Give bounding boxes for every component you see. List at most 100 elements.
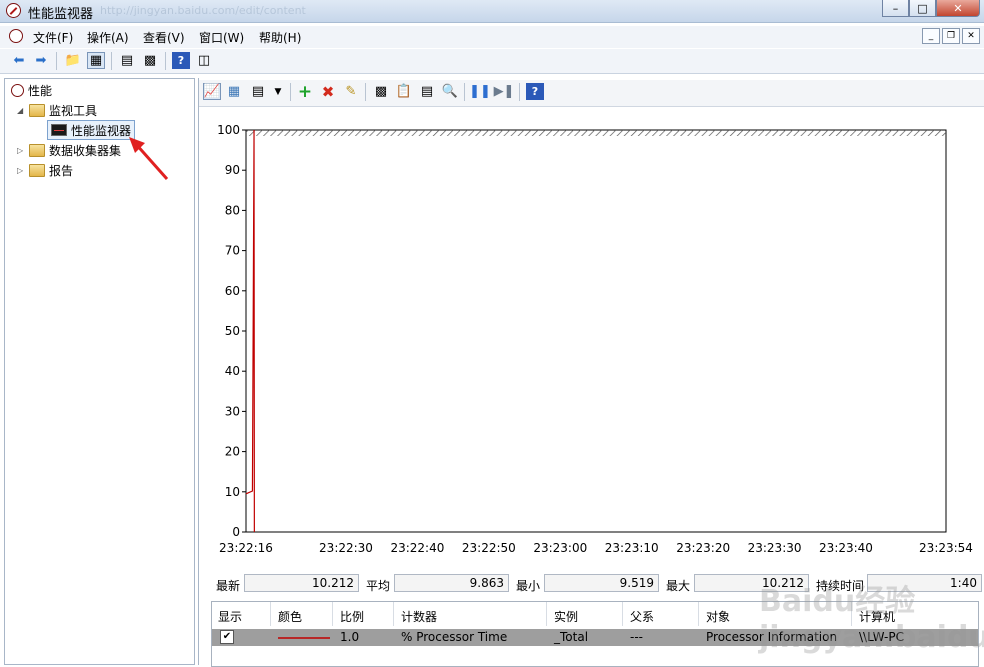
close-button[interactable]: ✕: [936, 0, 980, 17]
performance-icon: [11, 83, 24, 97]
header-parent[interactable]: 父系: [630, 608, 654, 625]
child-window-controls: _ ❐ ✕: [922, 28, 980, 44]
average-label: 平均: [366, 579, 391, 593]
paste-counter-list-icon[interactable]: 📋: [395, 83, 413, 100]
show-checkbox[interactable]: ✔: [220, 630, 234, 644]
y-tick-label: 80: [225, 203, 240, 217]
update-data-icon[interactable]: ▶❚: [494, 83, 515, 100]
up-folder-icon[interactable]: 📁: [64, 52, 82, 69]
child-close-button[interactable]: ✕: [962, 28, 980, 44]
maximum-label: 最大: [666, 579, 691, 593]
tree-node-performance-monitor[interactable]: 性能监视器: [47, 120, 136, 140]
tree-node-reports[interactable]: ▷ 报告: [17, 161, 73, 179]
menu-bar: 文件(F) 操作(A) 查看(V) 窗口(W) 帮助(H) _ ❐ ✕: [0, 26, 984, 48]
maximum-value: 10.212: [694, 574, 809, 592]
graph-toolbar: 📈 ▦ ▤ ▼ + ✖ ✎ ▩ 📋 ▤ 🔍 ❚❚ ▶❚ ?: [199, 80, 984, 107]
menu-view[interactable]: 查看(V): [143, 29, 185, 46]
red-arrow-annotation: [129, 137, 169, 180]
x-tick-label: 23:23:10: [605, 541, 659, 555]
menu-window[interactable]: 窗口(W): [199, 29, 244, 46]
delete-counter-icon[interactable]: ✖: [319, 83, 337, 101]
highlight-pencil-icon[interactable]: ✎: [342, 83, 360, 100]
forward-arrow-icon[interactable]: ➡: [32, 52, 50, 69]
minimum-label: 最小: [516, 579, 541, 593]
header-instance[interactable]: 实例: [554, 608, 578, 625]
x-tick-label: 23:23:00: [533, 541, 587, 555]
cell-parent: ---: [630, 630, 643, 644]
title-bar: 性能监视器 http://jingyan.baidu.com/edit/cont…: [0, 0, 984, 23]
duration-label: 持续时间: [816, 579, 865, 593]
graph-type-dropdown-icon[interactable]: ▼: [269, 83, 287, 100]
freeze-display-icon[interactable]: ❚❚: [469, 83, 491, 100]
faded-address: http://jingyan.baidu.com/edit/content: [100, 4, 306, 17]
maximize-button[interactable]: □: [909, 0, 936, 17]
x-tick-label: 23:23:40: [819, 541, 873, 555]
y-tick-label: 70: [225, 244, 240, 258]
copy-properties-icon[interactable]: ▩: [372, 83, 390, 100]
child-restore-button[interactable]: ❐: [942, 28, 960, 44]
cell-counter: % Processor Time: [401, 630, 508, 644]
show-hide-tree-icon[interactable]: ▦: [87, 52, 105, 69]
x-tick-label: 23:23:54: [919, 541, 973, 555]
export-list-icon[interactable]: ▩: [141, 52, 159, 69]
performance-monitor-icon: [51, 124, 67, 136]
performance-graph: 1009080706050403020100 23:22:16 23:22:30 2…: [199, 108, 984, 596]
folder-icon: [29, 143, 45, 157]
menu-help[interactable]: 帮助(H): [259, 29, 301, 46]
tree-label-monitoring-tools: 监视工具: [49, 103, 98, 118]
x-tick-label: 23:22:50: [462, 541, 516, 555]
back-arrow-icon[interactable]: ⬅: [10, 52, 28, 69]
properties-icon[interactable]: ▤: [118, 52, 136, 69]
tree-node-data-collector-sets[interactable]: ▷ 数据收集器集: [17, 141, 121, 159]
header-scale[interactable]: 比例: [340, 608, 364, 625]
navigation-tree: 性能 ◢ 监视工具 性能监视器 ▷ 数据收集器集 ▷ 报告: [4, 78, 195, 665]
child-minimize-button[interactable]: _: [922, 28, 940, 44]
view-graph-icon[interactable]: 📈: [203, 83, 221, 100]
change-graph-type-icon[interactable]: ▤: [249, 83, 267, 100]
counter-legend-table: 显示 颜色 比例 计数器 实例 父系 对象 计算机 ✔ 1.0 % Proces…: [211, 601, 979, 667]
header-counter[interactable]: 计数器: [401, 608, 437, 625]
y-tick-label: 100: [217, 123, 240, 137]
expanded-triangle-icon[interactable]: ◢: [17, 106, 25, 115]
zoom-icon[interactable]: 🔍: [441, 83, 459, 100]
duration-value: 1:40: [867, 574, 982, 592]
y-tick-label: 40: [225, 364, 240, 378]
last-value: 10.212: [244, 574, 359, 592]
view-log-data-icon[interactable]: ▦: [225, 83, 243, 100]
perfmon-menu-icon[interactable]: [9, 29, 23, 43]
counter-row[interactable]: ✔ 1.0 % Processor Time _Total --- Proces…: [212, 629, 978, 646]
cell-object: Processor Information: [706, 630, 838, 644]
cell-scale: 1.0: [340, 630, 360, 644]
add-counter-icon[interactable]: +: [296, 82, 314, 102]
collapsed-triangle-icon[interactable]: ▷: [17, 146, 25, 155]
properties-icon[interactable]: ▤: [418, 83, 436, 100]
collapsed-triangle-icon[interactable]: ▷: [17, 166, 25, 175]
y-tick-label: 60: [225, 284, 240, 298]
plot-area: [245, 129, 947, 533]
tree-node-monitoring-tools[interactable]: ◢ 监视工具: [17, 101, 97, 119]
show-action-pane-icon[interactable]: ◫: [195, 52, 213, 69]
help-icon[interactable]: ?: [526, 83, 544, 100]
menu-action[interactable]: 操作(A): [87, 29, 129, 46]
header-color[interactable]: 颜色: [278, 608, 302, 625]
color-swatch-line: [278, 637, 330, 639]
x-tick-label: 23:22:16: [219, 541, 273, 555]
reports-folder-icon: [29, 163, 45, 177]
header-computer[interactable]: 计算机: [859, 608, 895, 625]
tree-label-reports: 报告: [49, 163, 74, 178]
tree-node-performance[interactable]: 性能: [11, 81, 52, 99]
header-object[interactable]: 对象: [706, 608, 730, 625]
help-icon[interactable]: ?: [172, 52, 190, 69]
x-tick-label: 23:23:30: [748, 541, 802, 555]
statistics-bar: 最新 10.212 平均 9.863 最小 9.519 最大 10.212 持续…: [199, 572, 984, 594]
minimize-button[interactable]: –: [882, 0, 909, 17]
tree-label-performance-monitor: 性能监视器: [71, 123, 132, 138]
header-show[interactable]: 显示: [218, 608, 242, 625]
y-tick-label: 20: [225, 445, 240, 459]
x-tick-label: 23:22:30: [319, 541, 373, 555]
y-tick-label: 50: [225, 324, 240, 338]
scale-overflow-hatch: [246, 130, 946, 136]
average-value: 9.863: [394, 574, 509, 592]
menu-file[interactable]: 文件(F): [33, 29, 73, 46]
window-controls: – □ ✕: [882, 0, 980, 18]
